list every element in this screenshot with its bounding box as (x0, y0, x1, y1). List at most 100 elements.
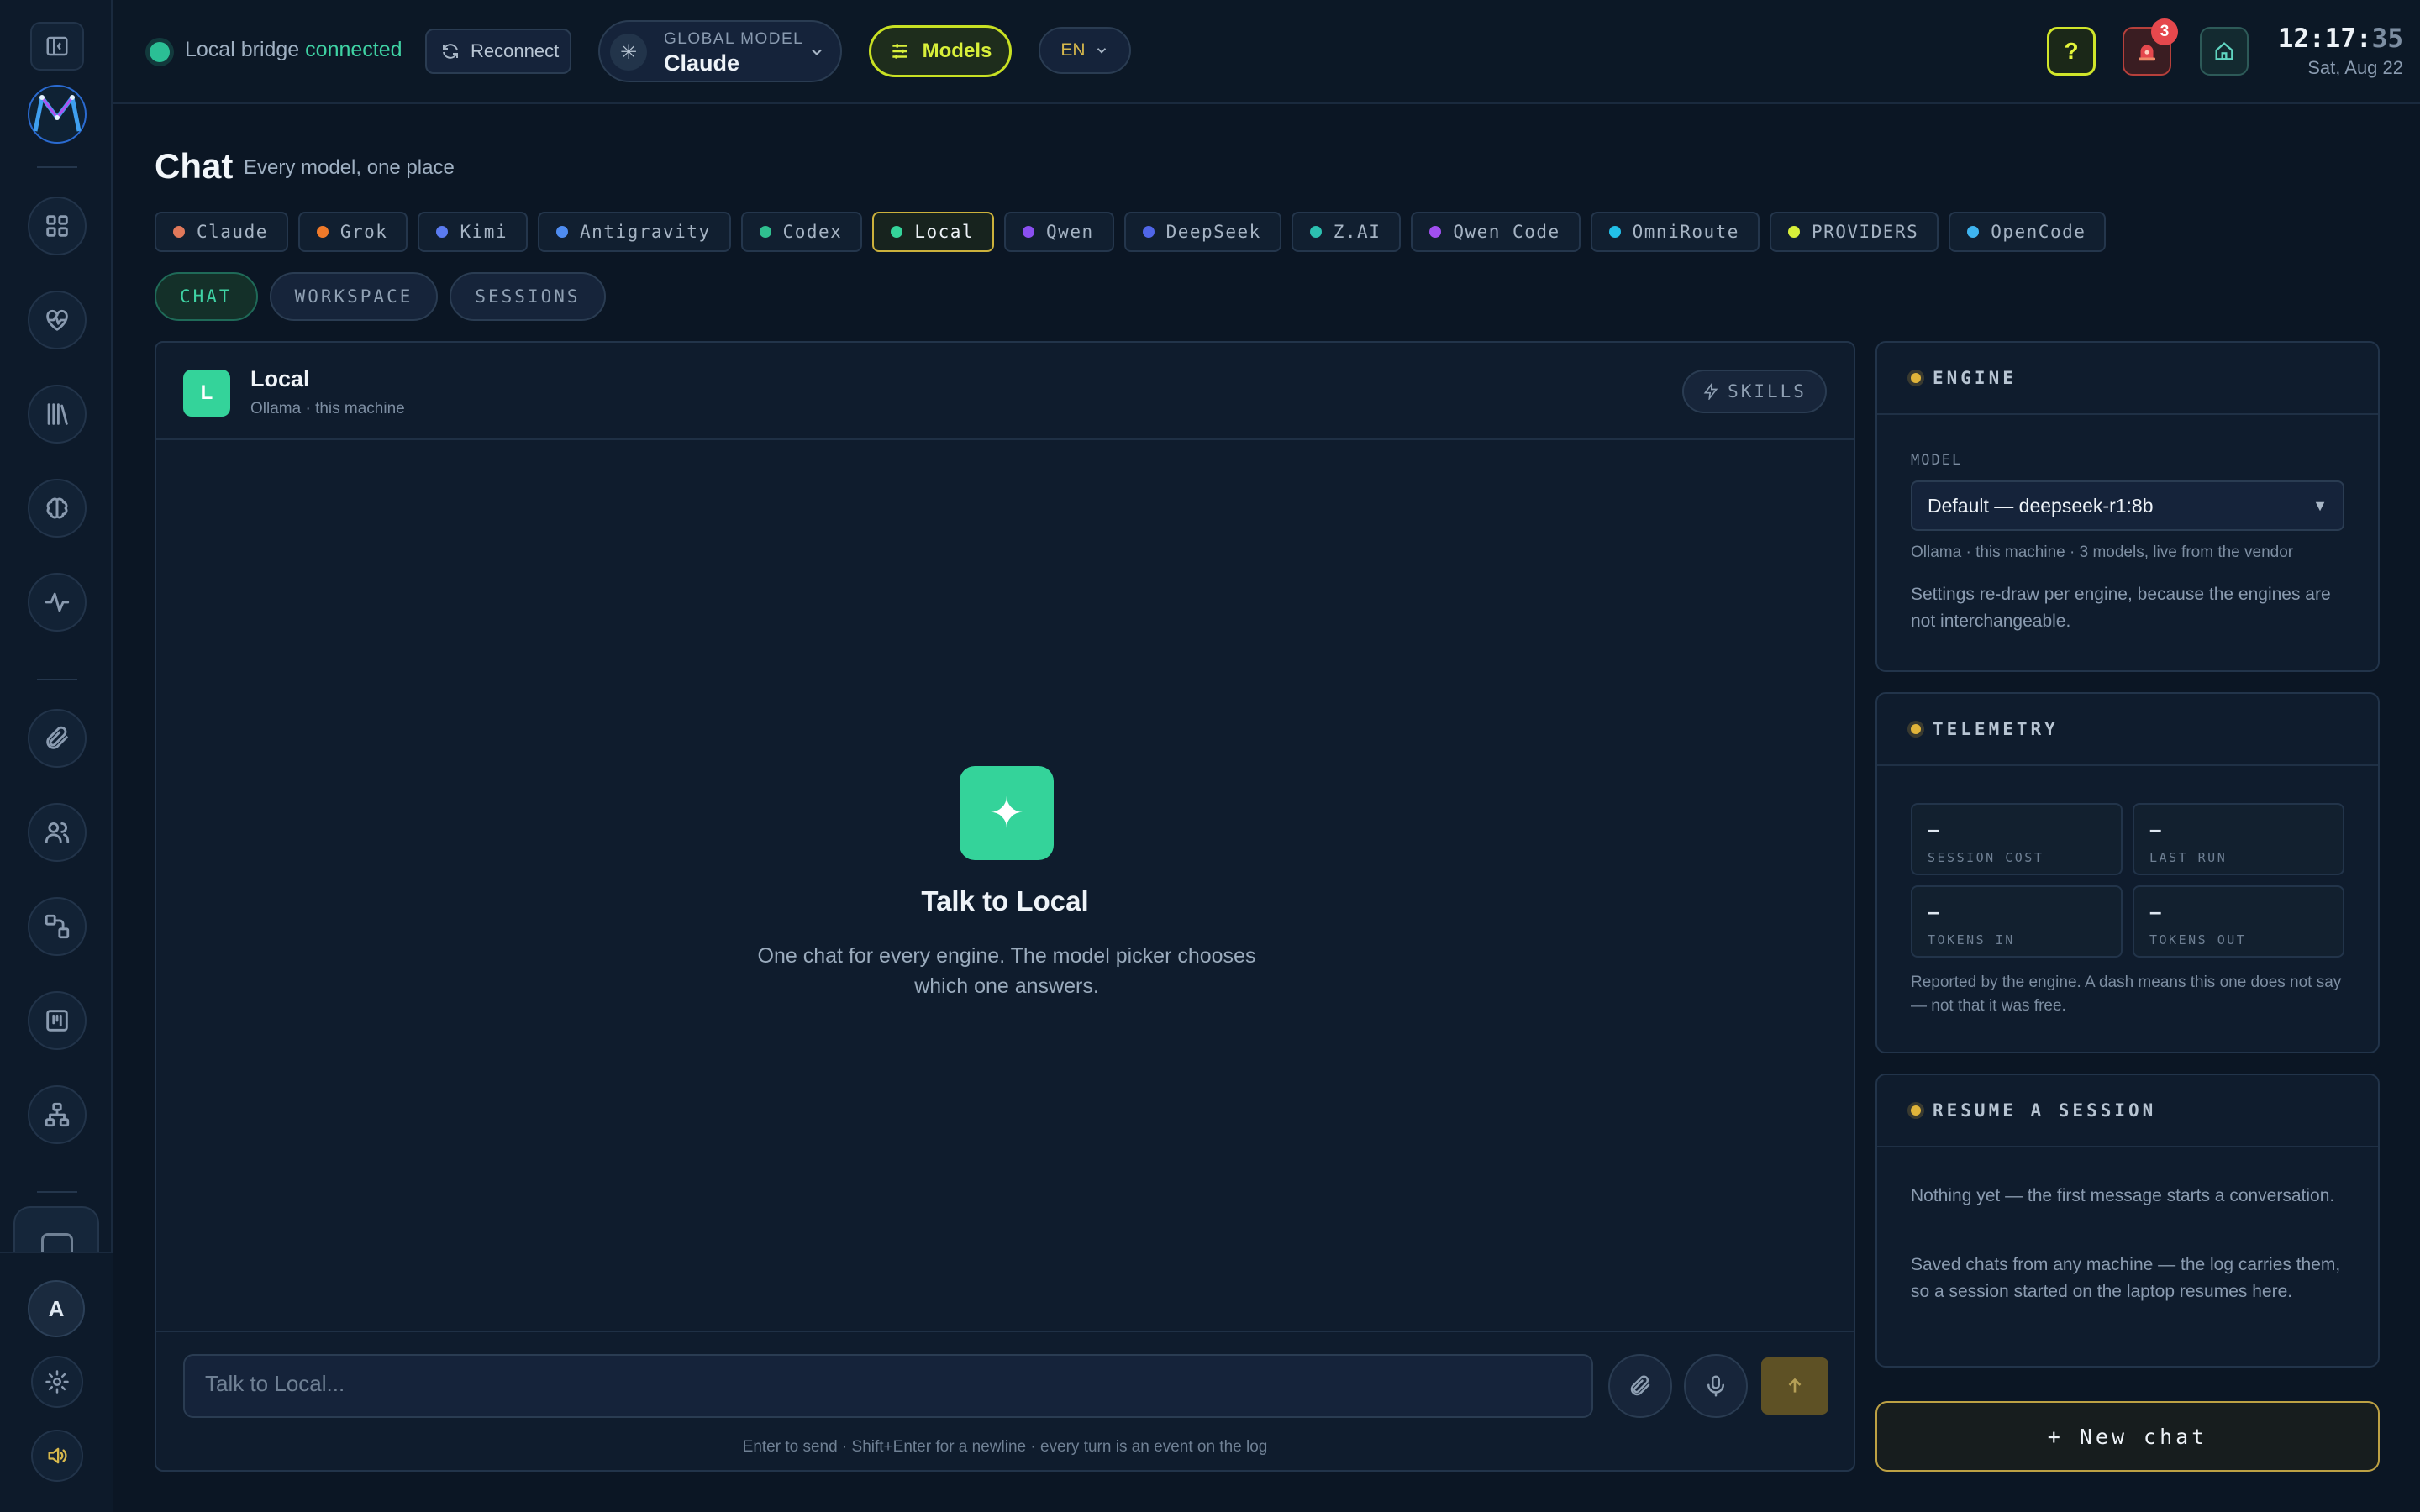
status-dot (1911, 724, 1921, 734)
user-avatar[interactable]: A (28, 1280, 85, 1337)
engine-tab[interactable]: DeepSeek (1123, 212, 1281, 252)
bridge-status-value: connected (305, 38, 402, 61)
engine-tab[interactable]: PROVIDERS (1769, 212, 1939, 252)
resume-card: RESUME A SESSION Nothing yet — the first… (1876, 1074, 2380, 1368)
engine-tab[interactable]: Kimi (418, 212, 529, 252)
engine-model-select[interactable]: Default — deepseek-r1:8b ▼ (1911, 480, 2344, 531)
engine-tab[interactable]: Qwen Code (1411, 212, 1581, 252)
sidebar: A (0, 0, 113, 1512)
top-bar: Local bridge connected Reconnect ✳ GLOBA… (113, 0, 2420, 104)
reconnect-button[interactable]: Reconnect (425, 29, 571, 74)
chevron-down-icon (1097, 48, 1106, 54)
resume-card-title: RESUME A SESSION (1933, 1100, 2157, 1121)
engine-avatar: L (183, 370, 230, 417)
sidebar-divider (37, 679, 77, 680)
stat-session-cost: – SESSION COST (1911, 803, 2123, 875)
chat-input[interactable] (183, 1354, 1593, 1418)
sidebar-item-attachments[interactable] (28, 709, 87, 768)
stat-label: TOKENS OUT (2149, 932, 2247, 948)
sidebar-toggle-button[interactable] (30, 22, 84, 71)
engine-note: Settings re-draw per engine, because the… (1911, 585, 2331, 631)
language-select[interactable]: EN (1039, 27, 1131, 74)
stat-value: – (1928, 816, 1940, 842)
engine-tab[interactable]: Claude (155, 212, 288, 252)
sound-button[interactable] (31, 1430, 83, 1482)
engine-tabs: Claude Grok Kimi Antigravity Codex Local Qwen D… (155, 212, 2107, 252)
sidebar-item-chat[interactable] (13, 1206, 99, 1258)
engine-color-dot (891, 226, 903, 238)
language-value: EN (1060, 40, 1086, 60)
engine-color-dot (1787, 226, 1800, 238)
engine-name: Local (250, 366, 310, 391)
tab-sessions[interactable]: SESSIONS (450, 272, 606, 321)
engine-tab-label: Codex (782, 222, 843, 242)
settings-button[interactable] (31, 1356, 83, 1408)
sidebar-item-boards[interactable] (28, 991, 87, 1050)
models-label: Models (922, 39, 992, 62)
sub-tabs: CHAT WORKSPACE SESSIONS (155, 272, 606, 321)
alerts-count-badge: 3 (2151, 18, 2178, 45)
engine-tab-label: Local (914, 222, 975, 242)
sidebar-item-dashboard[interactable] (28, 197, 87, 255)
bridge-status-dot (150, 42, 170, 62)
clock: 12:17:35 (2277, 24, 2403, 54)
global-model-select[interactable]: ✳ GLOBAL MODEL Claude (598, 20, 842, 82)
sitemap-icon (45, 1102, 70, 1127)
home-icon (2215, 42, 2233, 60)
alerts-button[interactable]: 3 (2123, 18, 2178, 76)
sidebar-item-health[interactable] (28, 291, 87, 349)
sidebar-item-library[interactable] (28, 385, 87, 444)
sidebar-item-brain[interactable] (28, 479, 87, 538)
engine-color-dot (436, 226, 449, 238)
sidebar-item-org[interactable] (28, 1085, 87, 1144)
date: Sat, Aug 22 (2307, 57, 2403, 78)
telemetry-card-title: TELEMETRY (1933, 719, 2059, 739)
models-button[interactable]: Models (869, 25, 1012, 77)
voice-button[interactable] (1684, 1354, 1748, 1418)
new-chat-button[interactable]: + New chat (1876, 1401, 2380, 1472)
engine-tab[interactable]: OpenCode (1949, 212, 2107, 252)
tab-workspace[interactable]: WORKSPACE (269, 272, 439, 321)
global-model-label: GLOBAL MODEL (664, 30, 804, 48)
tab-chat[interactable]: CHAT (155, 272, 258, 321)
sidebar-item-workflows[interactable] (28, 897, 87, 956)
engine-tab[interactable]: Qwen (1004, 212, 1114, 252)
users-icon (45, 822, 70, 843)
engine-color-dot (759, 226, 771, 238)
engine-meta: Ollama · this machine (250, 400, 405, 417)
resume-empty-text: Nothing yet — the first message starts a… (1911, 1186, 2335, 1205)
stat-value: – (2149, 899, 2162, 924)
sidebar-item-team[interactable] (28, 803, 87, 862)
engine-tab[interactable]: Local (872, 212, 995, 252)
app-logo (28, 85, 87, 144)
sidebar-divider (37, 166, 77, 168)
engine-tab[interactable]: Codex (740, 212, 863, 252)
engine-tab-label: OmniRoute (1632, 222, 1739, 242)
engine-tab[interactable]: Z.AI (1291, 212, 1402, 252)
send-button[interactable] (1761, 1357, 1828, 1415)
grid-icon (46, 215, 68, 237)
home-button[interactable] (2200, 27, 2249, 76)
composer-hint: Enter to send · Shift+Enter for a newlin… (742, 1438, 1268, 1456)
engine-tab[interactable]: OmniRoute (1590, 212, 1760, 252)
attach-button[interactable] (1608, 1354, 1672, 1418)
paperclip-icon (46, 726, 68, 749)
empty-state-title: Talk to Local (921, 885, 1089, 916)
stat-last-run: – LAST RUN (2133, 803, 2344, 875)
telemetry-card: TELEMETRY – SESSION COST – LAST RUN – TO… (1876, 692, 2380, 1053)
help-button[interactable]: ? (2047, 27, 2096, 76)
engine-tab[interactable]: Grok (297, 212, 408, 252)
arrow-up-icon (1788, 1378, 1802, 1393)
model-label: MODEL (1911, 452, 1963, 469)
stat-label: TOKENS IN (1928, 932, 2015, 948)
engine-model-meta: Ollama · this machine · 3 models, live f… (1911, 543, 2294, 561)
sidebar-divider (37, 1191, 77, 1193)
engine-color-dot (1309, 226, 1322, 238)
stat-label: LAST RUN (2149, 850, 2228, 865)
sidebar-item-activity[interactable] (28, 573, 87, 632)
workflow-icon (45, 914, 70, 939)
refresh-icon (443, 44, 458, 59)
skills-button[interactable]: SKILLS (1682, 370, 1827, 413)
engine-tab-label: PROVIDERS (1811, 222, 1919, 242)
engine-tab[interactable]: Antigravity (538, 212, 731, 252)
